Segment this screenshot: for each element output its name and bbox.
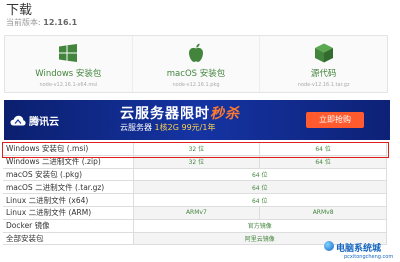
ad-headline: 云服务器限时秒杀 xyxy=(120,103,240,123)
row-label: macOS 二进制文件 (.tar.gz) xyxy=(3,180,134,195)
download-windows-card[interactable]: Windows 安装包 node-v12.16.1-x64.msi xyxy=(5,36,133,92)
row-label: 全部安装包 xyxy=(3,231,134,246)
ad-brand: 腾讯云 xyxy=(29,117,59,128)
windows-icon xyxy=(57,42,79,64)
watermark-logo-icon xyxy=(324,241,334,251)
download-link[interactable]: 64 位 xyxy=(132,193,387,207)
watermark-name: 电脑系统城 xyxy=(336,244,382,254)
table-row: Windows 二进制文件 (.zip) 32 位 64 位 xyxy=(3,154,387,169)
download-filename: node-v12.16.1.pkg xyxy=(172,82,220,88)
table-row: macOS 二进制文件 (.tar.gz) 64 位 xyxy=(3,180,387,195)
download-filename: node-v12.16.1-x64.msi xyxy=(39,82,98,88)
download-source-card[interactable]: 源代码 node-v12.16.1.tar.gz xyxy=(260,36,387,92)
download-cards: Windows 安装包 node-v12.16.1-x64.msi macOS … xyxy=(4,35,388,93)
ad-sub-spec: 1核2G xyxy=(154,123,179,132)
download-link[interactable]: ARMv8 xyxy=(259,205,387,220)
download-label: macOS 安装包 xyxy=(166,69,226,79)
download-link[interactable]: 官方镜像 xyxy=(132,218,387,233)
row-label: Docker 镜像 xyxy=(3,218,134,233)
watermark-url: pcxitongcheng.com xyxy=(344,254,394,260)
package-icon xyxy=(313,42,335,64)
apple-icon xyxy=(185,42,207,64)
download-link[interactable]: ARMv7 xyxy=(132,205,261,220)
page-title: 下载 xyxy=(6,3,33,18)
download-link[interactable]: 64 位 xyxy=(259,142,387,156)
ad-subline: 云服务器 1核2G 99元/1年 xyxy=(120,122,215,133)
version-value: 12.16.1 xyxy=(43,18,78,27)
download-label: 源代码 xyxy=(310,69,337,79)
row-label: macOS 安装包 (.pkg) xyxy=(3,167,134,182)
download-link[interactable]: 32 位 xyxy=(132,154,261,169)
download-link[interactable]: 64 位 xyxy=(132,180,387,195)
download-link[interactable]: 64 位 xyxy=(259,154,387,169)
cloud-icon xyxy=(10,115,26,126)
version-label: 当前版本: xyxy=(6,18,41,27)
table-row: Docker 镜像 官方镜像 xyxy=(3,218,387,233)
table-row: Linux 二进制文件 (x64) 64 位 xyxy=(3,193,387,207)
ad-sub-product: 云服务器 xyxy=(120,123,152,132)
ad-headline-hot: 秒杀 xyxy=(210,106,240,122)
table-row: Linux 二进制文件 (ARM) ARMv7 ARMv8 xyxy=(3,205,387,220)
download-label: Windows 安装包 xyxy=(35,69,102,79)
table-row: Windows 安装包 (.msi) 32 位 64 位 xyxy=(3,142,387,156)
tencent-cloud-logo: 腾讯云 xyxy=(10,113,59,128)
row-label: Linux 二进制文件 (ARM) xyxy=(3,205,134,220)
row-label: Windows 安装包 (.msi) xyxy=(3,142,134,156)
table-row: macOS 安装包 (.pkg) 64 位 xyxy=(3,167,387,182)
download-macos-card[interactable]: macOS 安装包 node-v12.16.1.pkg xyxy=(133,36,261,92)
ad-headline-main: 云服务器限时 xyxy=(120,106,210,122)
ad-banner[interactable]: 腾讯云 云服务器限时秒杀 云服务器 1核2G 99元/1年 立即抢购 xyxy=(4,100,390,140)
download-link[interactable]: 64 位 xyxy=(132,167,387,182)
row-label: Windows 二进制文件 (.zip) xyxy=(3,154,134,169)
ad-sub-price: 99元/1年 xyxy=(181,123,216,132)
row-label: Linux 二进制文件 (x64) xyxy=(3,193,134,207)
current-version: 当前版本: 12.16.1 xyxy=(6,17,77,28)
download-filename: node-v12.16.1.tar.gz xyxy=(297,82,350,88)
download-link[interactable]: 32 位 xyxy=(132,142,261,156)
watermark: 电脑系统城 pcxitongcheng.com xyxy=(324,241,394,260)
download-table: Windows 安装包 (.msi) 32 位 64 位 Windows 二进制… xyxy=(3,142,387,246)
buy-now-button[interactable]: 立即抢购 xyxy=(306,112,364,128)
